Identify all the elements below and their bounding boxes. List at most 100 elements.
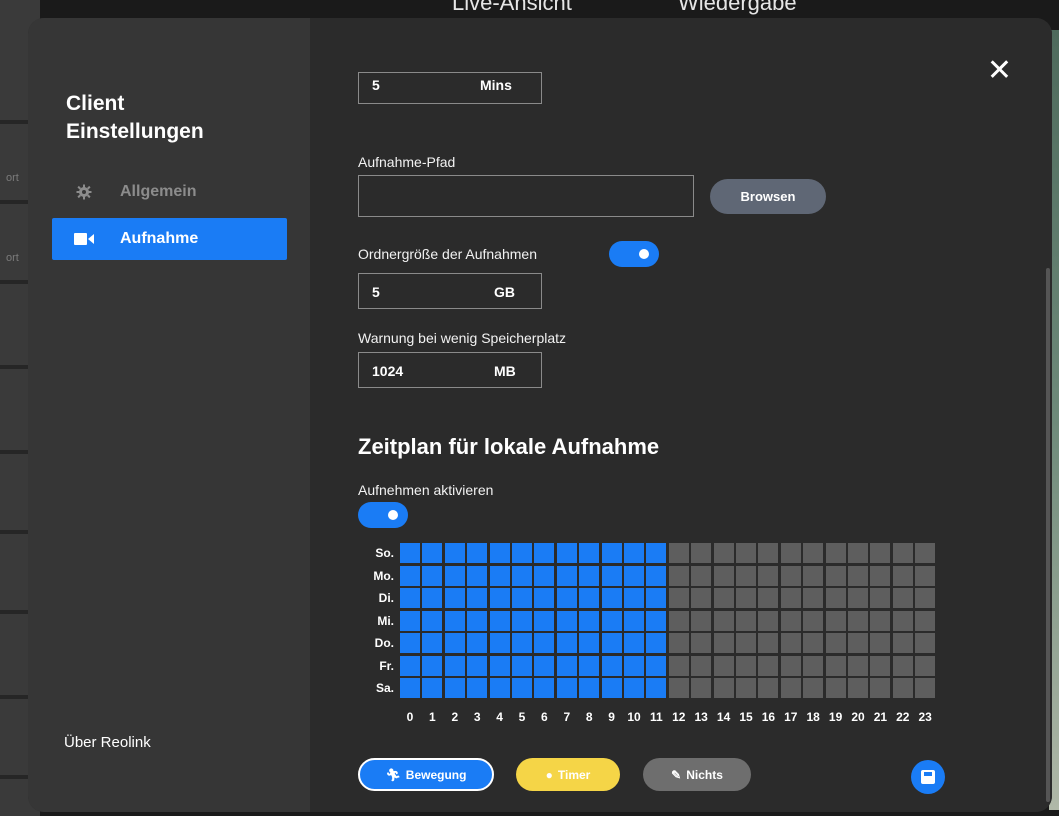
schedule-cell[interactable]	[534, 678, 555, 698]
schedule-cell[interactable]	[579, 565, 600, 586]
folder-size-toggle[interactable]	[609, 241, 659, 267]
schedule-cell[interactable]	[489, 565, 510, 586]
schedule-cell[interactable]	[489, 678, 510, 698]
schedule-cell[interactable]	[556, 655, 577, 676]
schedule-cell[interactable]	[825, 678, 846, 698]
schedule-cell[interactable]	[780, 588, 801, 608]
schedule-cell[interactable]	[691, 588, 712, 608]
schedule-cell[interactable]	[668, 655, 689, 676]
schedule-cell[interactable]	[713, 678, 734, 698]
schedule-cell[interactable]	[668, 543, 689, 563]
schedule-cell[interactable]	[467, 655, 488, 676]
schedule-cell[interactable]	[803, 655, 824, 676]
browse-button[interactable]: Browsen	[710, 179, 826, 214]
schedule-cell[interactable]	[624, 610, 644, 631]
schedule-cell[interactable]	[556, 610, 577, 631]
schedule-cell[interactable]	[758, 678, 779, 698]
schedule-cell[interactable]	[467, 588, 488, 608]
schedule-cell[interactable]	[601, 565, 622, 586]
schedule-cell[interactable]	[400, 610, 420, 631]
schedule-cell[interactable]	[601, 610, 622, 631]
schedule-cell[interactable]	[624, 588, 644, 608]
schedule-cell[interactable]	[915, 678, 936, 698]
schedule-cell[interactable]	[444, 678, 465, 698]
schedule-cell[interactable]	[758, 655, 779, 676]
schedule-cell[interactable]	[691, 655, 712, 676]
schedule-cell[interactable]	[467, 678, 488, 698]
schedule-cell[interactable]	[848, 565, 868, 586]
schedule-cell[interactable]	[556, 678, 577, 698]
schedule-cell[interactable]	[512, 633, 532, 653]
schedule-cell[interactable]	[489, 588, 510, 608]
schedule-cell[interactable]	[646, 588, 667, 608]
schedule-cell[interactable]	[892, 588, 913, 608]
schedule-cell[interactable]	[780, 655, 801, 676]
schedule-cell[interactable]	[467, 543, 488, 563]
schedule-cell[interactable]	[467, 610, 488, 631]
schedule-cell[interactable]	[825, 633, 846, 653]
schedule-cell[interactable]	[444, 633, 465, 653]
schedule-cell[interactable]	[892, 610, 913, 631]
schedule-cell[interactable]	[579, 610, 600, 631]
schedule-cell[interactable]	[848, 655, 868, 676]
schedule-cell[interactable]	[534, 633, 555, 653]
folder-size-field[interactable]: 5 GB	[358, 273, 542, 309]
schedule-cell[interactable]	[422, 543, 443, 563]
schedule-cell[interactable]	[892, 543, 913, 563]
duration-field[interactable]: 5 Mins	[358, 72, 542, 104]
schedule-cell[interactable]	[444, 655, 465, 676]
schedule-cell[interactable]	[422, 588, 443, 608]
schedule-cell[interactable]	[736, 588, 756, 608]
schedule-cell[interactable]	[892, 565, 913, 586]
schedule-cell[interactable]	[400, 565, 420, 586]
schedule-cell[interactable]	[489, 655, 510, 676]
schedule-cell[interactable]	[825, 610, 846, 631]
schedule-cell[interactable]	[422, 610, 443, 631]
recording-path-input[interactable]	[358, 175, 694, 217]
low-space-field[interactable]: 1024 MB	[358, 352, 542, 388]
schedule-cell[interactable]	[915, 588, 936, 608]
schedule-cell[interactable]	[534, 565, 555, 586]
scrollbar[interactable]	[1046, 268, 1050, 802]
schedule-cell[interactable]	[624, 565, 644, 586]
schedule-cell[interactable]	[668, 633, 689, 653]
schedule-cell[interactable]	[892, 678, 913, 698]
schedule-cell[interactable]	[713, 633, 734, 653]
schedule-cell[interactable]	[803, 588, 824, 608]
schedule-cell[interactable]	[825, 565, 846, 586]
schedule-cell[interactable]	[691, 543, 712, 563]
schedule-cell[interactable]	[780, 610, 801, 631]
schedule-cell[interactable]	[444, 543, 465, 563]
schedule-cell[interactable]	[601, 543, 622, 563]
legend-motion-button[interactable]: 🏃︎ Bewegung	[358, 758, 494, 791]
legend-none-button[interactable]: ✎ Nichts	[643, 758, 751, 791]
save-icon[interactable]	[911, 760, 945, 794]
schedule-cell[interactable]	[736, 678, 756, 698]
schedule-cell[interactable]	[870, 610, 891, 631]
schedule-cell[interactable]	[803, 633, 824, 653]
schedule-cell[interactable]	[400, 678, 420, 698]
schedule-cell[interactable]	[691, 565, 712, 586]
schedule-cell[interactable]	[892, 655, 913, 676]
schedule-cell[interactable]	[400, 543, 420, 563]
schedule-cell[interactable]	[758, 565, 779, 586]
schedule-cell[interactable]	[736, 655, 756, 676]
schedule-cell[interactable]	[601, 678, 622, 698]
enable-recording-toggle[interactable]	[358, 502, 408, 528]
schedule-cell[interactable]	[512, 543, 532, 563]
schedule-cell[interactable]	[556, 588, 577, 608]
schedule-cell[interactable]	[736, 610, 756, 631]
schedule-cell[interactable]	[848, 588, 868, 608]
schedule-cell[interactable]	[915, 543, 936, 563]
schedule-cell[interactable]	[579, 588, 600, 608]
schedule-cell[interactable]	[422, 565, 443, 586]
schedule-cell[interactable]	[870, 565, 891, 586]
schedule-cell[interactable]	[601, 633, 622, 653]
schedule-cell[interactable]	[534, 588, 555, 608]
schedule-cell[interactable]	[848, 678, 868, 698]
schedule-cell[interactable]	[758, 543, 779, 563]
schedule-cell[interactable]	[624, 633, 644, 653]
schedule-cell[interactable]	[601, 588, 622, 608]
schedule-cell[interactable]	[400, 655, 420, 676]
schedule-cell[interactable]	[534, 610, 555, 631]
